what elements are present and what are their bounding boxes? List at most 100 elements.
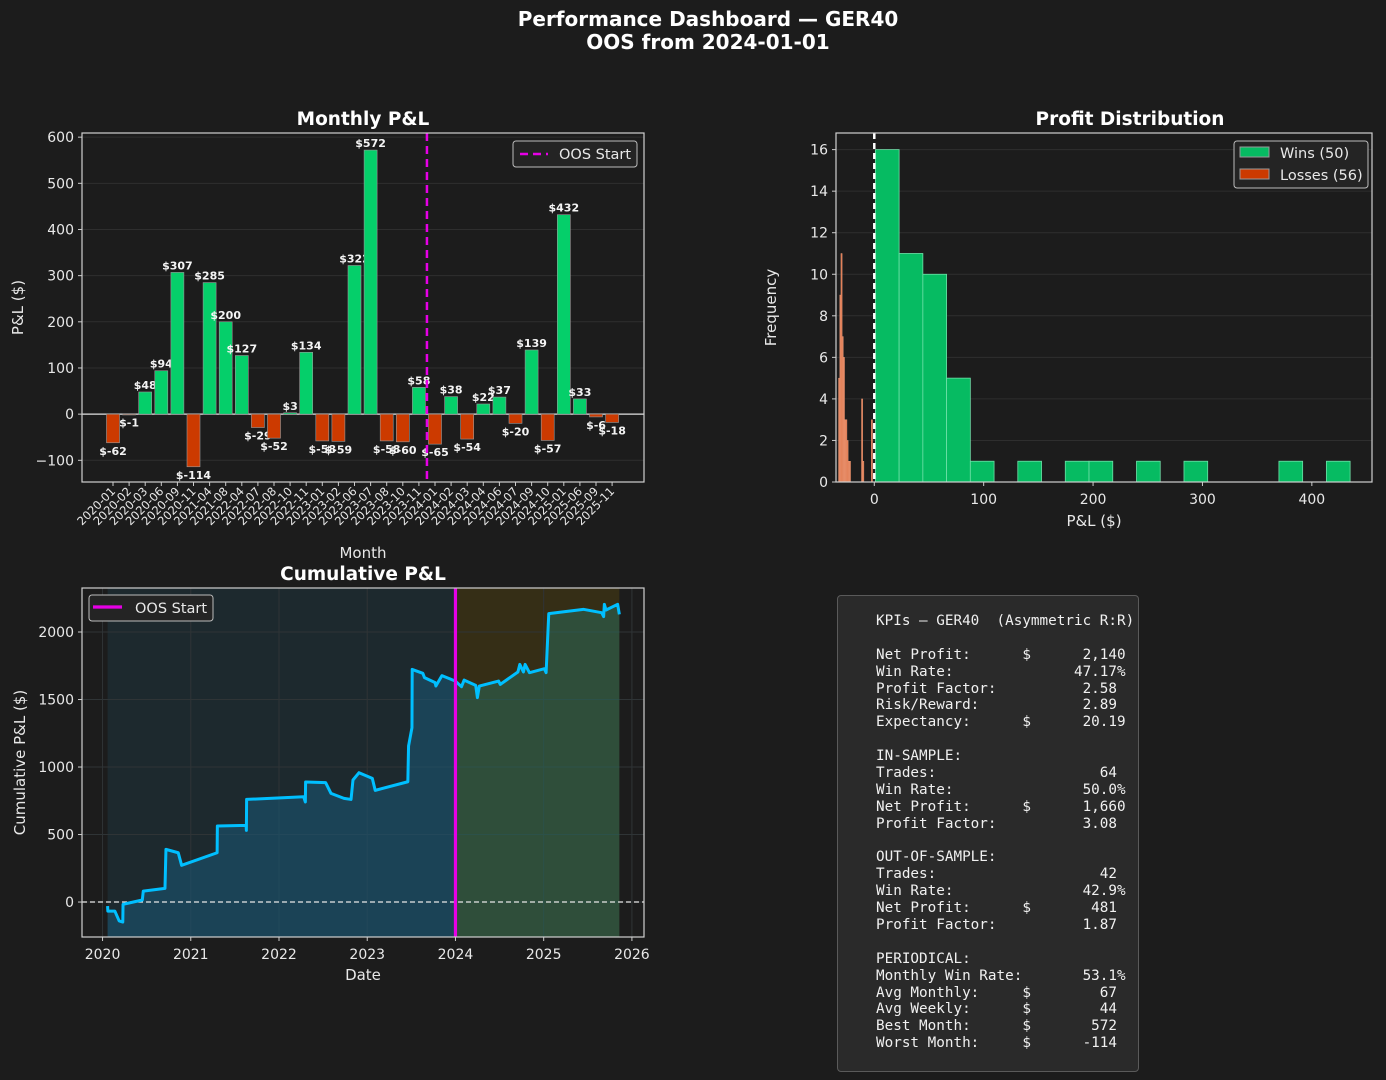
- kpi-header: KPIs — GER40 (Asymmetric R:R): [876, 613, 1135, 629]
- x-tick-label: 2022: [261, 947, 297, 963]
- kpi-row: Win Rate: 50.0%: [876, 781, 1126, 798]
- win-bin: [1017, 460, 1042, 483]
- bar: [363, 149, 378, 415]
- y-tick-label: 400: [47, 222, 74, 238]
- bar-value-label: $-65: [421, 446, 449, 459]
- bar-value-label: $-59: [325, 443, 353, 456]
- bar: [235, 355, 249, 415]
- y-tick-label: 2000: [38, 625, 74, 641]
- win-bin: [898, 253, 924, 483]
- kpi-row: Risk/Reward: 2.89: [876, 697, 1126, 714]
- y-tick-label: 600: [47, 130, 74, 146]
- x-axis-label: P&L ($): [1066, 512, 1121, 530]
- x-axis-label: Date: [345, 966, 381, 984]
- bar: [524, 349, 539, 415]
- bar: [379, 413, 394, 442]
- x-tick-label: 2026: [614, 947, 650, 963]
- bar-value-label: $572: [355, 137, 386, 150]
- y-tick-label: −100: [36, 453, 74, 469]
- x-tick-label: 2020: [85, 947, 121, 963]
- y-tick-label: 300: [47, 269, 74, 285]
- kpi-row: Avg Monthly: $ 67: [876, 984, 1126, 1001]
- bar: [412, 387, 426, 415]
- y-axis-label: Cumulative P&L ($): [11, 690, 29, 836]
- bar: [299, 351, 314, 415]
- x-tick-label: 200: [1080, 492, 1107, 508]
- bar-value-label: $285: [194, 270, 225, 283]
- x-tick-label: 300: [1189, 492, 1216, 508]
- x-tick-label: 400: [1298, 492, 1325, 508]
- chart-title: Monthly P&L: [297, 109, 430, 130]
- bar-value-label: $48: [134, 379, 157, 392]
- kpi-row: Net Profit: $ 481: [876, 900, 1126, 917]
- kpi-row: Best Month: $ 572: [876, 1018, 1126, 1035]
- bar: [556, 214, 571, 415]
- kpi-spacer: [876, 934, 1134, 951]
- bar: [122, 413, 136, 416]
- x-axis-label: Month: [339, 544, 386, 562]
- kpi-row: Worst Month: $ -114: [876, 1035, 1126, 1052]
- y-axis-label: Frequency: [762, 269, 780, 347]
- kpi-row: Trades: 42: [876, 866, 1126, 883]
- loss-bin: [871, 419, 873, 483]
- kpi-panel: KPIs — GER40 (Asymmetric R:R) Net Profit…: [837, 595, 1139, 1072]
- y-tick-label: 100: [47, 361, 74, 377]
- y-tick-label: 500: [47, 176, 74, 192]
- y-tick-label: 4: [819, 392, 828, 408]
- figure-title: Performance Dashboard — GER40: [518, 7, 899, 31]
- kpi-row: Net Profit: $ 1,660: [876, 798, 1126, 815]
- bar: [347, 265, 362, 415]
- kpi-row: Profit Factor: 2.58: [876, 680, 1126, 697]
- y-tick-label: 0: [65, 895, 74, 911]
- bar-value-label: $-18: [598, 424, 626, 437]
- bar: [444, 396, 458, 415]
- y-tick-label: 1000: [38, 760, 74, 776]
- bar-value-label: $-1: [119, 417, 139, 430]
- y-tick-label: 14: [810, 184, 828, 200]
- bar-value-label: $-57: [534, 442, 562, 455]
- kpi-row: Expectancy: $ 20.19: [876, 714, 1126, 731]
- dashboard-figure: Performance Dashboard — GER40 OOS from 2…: [9, 7, 1373, 984]
- kpi-section-title: IN-SAMPLE:: [876, 748, 963, 765]
- bar-value-label: $-114: [176, 469, 212, 482]
- y-tick-label: 0: [819, 475, 828, 491]
- y-tick-label: 2: [819, 433, 828, 449]
- legend-label: OOS Start: [135, 601, 207, 617]
- y-tick-label: 12: [810, 226, 828, 242]
- win-bin: [874, 149, 900, 483]
- win-bin: [969, 460, 995, 483]
- bar: [573, 398, 587, 415]
- bar-value-label: $37: [488, 384, 511, 397]
- kpi-row: Net Profit: $ 2,140: [876, 646, 1126, 663]
- kpi-row: Win Rate: 42.9%: [876, 883, 1126, 900]
- kpi-row: Profit Factor: 3.08: [876, 815, 1126, 832]
- y-tick-label: 6: [819, 350, 828, 366]
- x-tick-label: 2024: [438, 947, 474, 963]
- x-tick-label: 2025: [526, 947, 562, 963]
- win-bin: [1278, 460, 1304, 483]
- legend-label: OOS Start: [559, 147, 631, 163]
- bar-value-label: $33: [568, 386, 591, 399]
- kpi-row: Avg Weekly: $ 44: [876, 1001, 1126, 1018]
- legend-swatch-wins: [1239, 146, 1270, 158]
- loss-bin: [862, 461, 865, 483]
- bar: [508, 413, 523, 424]
- monthly-pnl-chart: −1000100200300400500600$-622020-01$-1202…: [9, 109, 645, 562]
- kpi-row: Trades: 64: [876, 765, 1126, 782]
- win-bin: [1064, 460, 1090, 483]
- win-bin: [1325, 460, 1351, 483]
- bar: [460, 413, 475, 440]
- kpi-section-title: PERIODICAL:: [876, 950, 971, 967]
- y-tick-label: 10: [810, 267, 828, 283]
- y-tick-label: 200: [47, 315, 74, 331]
- bar: [283, 412, 297, 415]
- cumulative-pnl-chart: 0 500 1000 1500 2000 2020 2021 2022 2023 2024 2025…: [11, 564, 650, 984]
- bar-value-label: $432: [548, 202, 579, 215]
- figure-subtitle: OOS from 2024-01-01: [586, 30, 829, 54]
- bar-value-label: $38: [440, 384, 463, 397]
- bar: [170, 272, 185, 415]
- profit-distribution-chart: 0 2 4 6 8 10 12 14 16 0 100 200 300 400 Profit Distrib…: [762, 109, 1373, 530]
- bar: [267, 413, 281, 439]
- bar-value-label: $139: [516, 337, 547, 350]
- win-bin: [1183, 460, 1209, 483]
